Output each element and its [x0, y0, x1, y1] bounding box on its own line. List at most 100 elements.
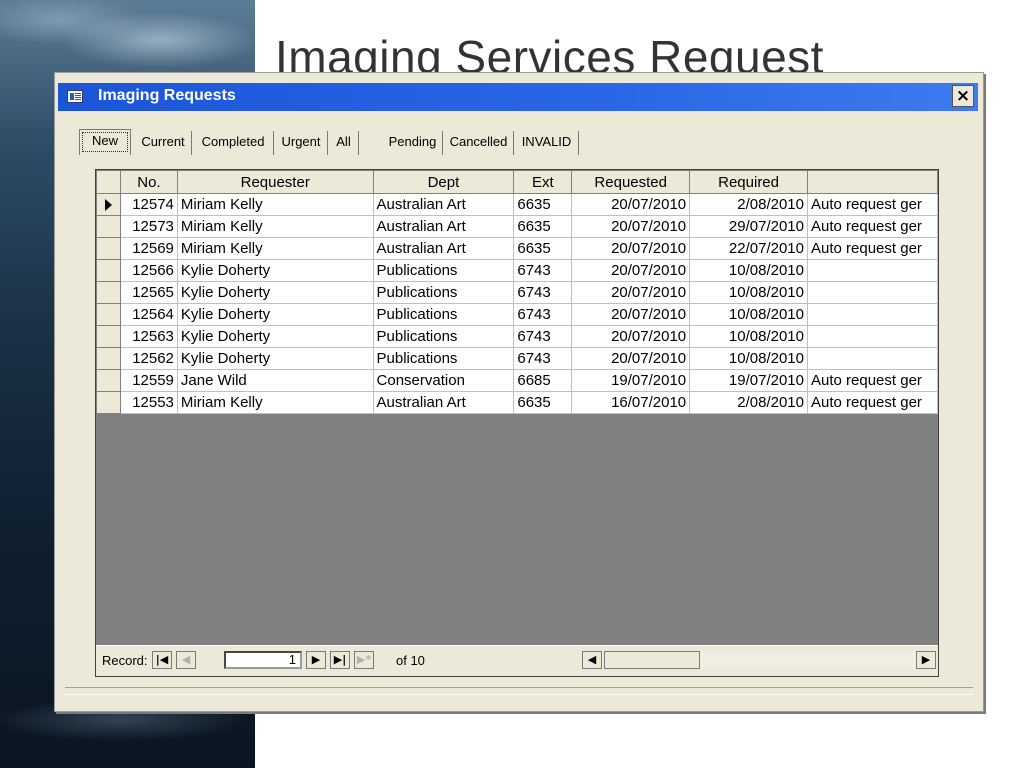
- cell-notes[interactable]: [807, 325, 938, 348]
- cell-required[interactable]: 19/07/2010: [689, 369, 808, 392]
- cell-notes[interactable]: [807, 347, 938, 370]
- cell-requester[interactable]: Miriam Kelly: [176, 237, 374, 260]
- row-selector-header[interactable]: [96, 170, 121, 194]
- cell-requester[interactable]: Kylie Doherty: [176, 281, 374, 304]
- cell-notes[interactable]: Auto request ger: [807, 369, 938, 392]
- table-row[interactable]: 12559 Jane Wild Conservation 6685 19/07/2010…: [96, 369, 938, 392]
- cell-notes[interactable]: Auto request ger: [807, 237, 938, 260]
- cell-requester[interactable]: Kylie Doherty: [176, 325, 374, 348]
- cell-required[interactable]: 10/08/2010: [689, 347, 808, 370]
- next-record-icon[interactable]: ▶: [306, 651, 326, 669]
- cell-no[interactable]: 12569: [119, 237, 178, 260]
- cell-ext[interactable]: 6635: [513, 193, 573, 216]
- cell-notes[interactable]: [807, 303, 938, 326]
- tab-completed[interactable]: Completed: [193, 131, 274, 155]
- cell-requester[interactable]: Miriam Kelly: [176, 391, 374, 414]
- column-header-notes[interactable]: [807, 170, 938, 194]
- cell-requested[interactable]: 20/07/2010: [571, 237, 691, 260]
- scroll-left-icon[interactable]: ◀: [582, 651, 602, 669]
- cell-requested[interactable]: 20/07/2010: [571, 303, 691, 326]
- cell-required[interactable]: 10/08/2010: [689, 281, 808, 304]
- scroll-thumb[interactable]: [604, 651, 700, 669]
- cell-required[interactable]: 10/08/2010: [689, 325, 808, 348]
- cell-required[interactable]: 2/08/2010: [689, 391, 808, 414]
- tab-all[interactable]: All: [329, 131, 359, 155]
- cell-requester[interactable]: Kylie Doherty: [176, 347, 374, 370]
- table-row[interactable]: 12564 Kylie Doherty Publications 6743 20/07/…: [96, 303, 938, 326]
- cell-no[interactable]: 12553: [119, 391, 178, 414]
- tab-cancelled[interactable]: Cancelled: [444, 131, 514, 155]
- cell-no[interactable]: 12564: [119, 303, 178, 326]
- cell-ext[interactable]: 6743: [513, 325, 573, 348]
- cell-ext[interactable]: 6743: [513, 303, 573, 326]
- cell-requester[interactable]: Kylie Doherty: [176, 259, 374, 282]
- cell-required[interactable]: 29/07/2010: [689, 215, 808, 238]
- row-selector[interactable]: [96, 347, 121, 370]
- current-record-input[interactable]: 1: [224, 651, 302, 669]
- cell-required[interactable]: 10/08/2010: [689, 303, 808, 326]
- column-header-requester[interactable]: Requester: [176, 170, 374, 194]
- column-header-no[interactable]: No.: [119, 170, 178, 194]
- cell-ext[interactable]: 6635: [513, 391, 573, 414]
- cell-dept[interactable]: Australian Art: [372, 391, 515, 414]
- row-selector[interactable]: [96, 325, 121, 348]
- table-row[interactable]: 12553 Miriam Kelly Australian Art 6635 16/07…: [96, 391, 938, 414]
- tab-current[interactable]: Current: [135, 131, 192, 155]
- table-row[interactable]: 12569 Miriam Kelly Australian Art 6635 20/07…: [96, 237, 938, 260]
- cell-requester[interactable]: Kylie Doherty: [176, 303, 374, 326]
- tab-new[interactable]: New: [79, 129, 131, 155]
- new-record-icon[interactable]: ▶*: [354, 651, 374, 669]
- cell-dept[interactable]: Conservation: [372, 369, 515, 392]
- cell-requested[interactable]: 20/07/2010: [571, 259, 691, 282]
- cell-required[interactable]: 22/07/2010: [689, 237, 808, 260]
- cell-no[interactable]: 12563: [119, 325, 178, 348]
- scroll-right-icon[interactable]: ▶: [916, 651, 936, 669]
- cell-requested[interactable]: 20/07/2010: [571, 281, 691, 304]
- cell-no[interactable]: 12574: [119, 193, 178, 216]
- cell-dept[interactable]: Australian Art: [372, 215, 515, 238]
- tab-pending[interactable]: Pending: [383, 131, 443, 155]
- last-record-icon[interactable]: ▶|: [330, 651, 350, 669]
- cell-dept[interactable]: Australian Art: [372, 237, 515, 260]
- cell-ext[interactable]: 6685: [513, 369, 573, 392]
- column-header-requested[interactable]: Requested: [571, 170, 691, 194]
- cell-requested[interactable]: 20/07/2010: [571, 325, 691, 348]
- cell-ext[interactable]: 6635: [513, 237, 573, 260]
- cell-notes[interactable]: Auto request ger: [807, 215, 938, 238]
- cell-requester[interactable]: Jane Wild: [176, 369, 374, 392]
- horizontal-scrollbar[interactable]: ◀ ▶: [582, 651, 936, 669]
- table-row[interactable]: 12573 Miriam Kelly Australian Art 6635 20/07…: [96, 215, 938, 238]
- row-selector[interactable]: [96, 259, 121, 282]
- table-row[interactable]: 12574 Miriam Kelly Australian Art 6635 20/07…: [96, 193, 938, 216]
- cell-notes[interactable]: Auto request ger: [807, 193, 938, 216]
- cell-notes[interactable]: [807, 281, 938, 304]
- row-selector[interactable]: [96, 193, 121, 216]
- cell-requested[interactable]: 20/07/2010: [571, 193, 691, 216]
- table-row[interactable]: 12563 Kylie Doherty Publications 6743 20/07/…: [96, 325, 938, 348]
- table-row[interactable]: 12565 Kylie Doherty Publications 6743 20/07/…: [96, 281, 938, 304]
- cell-no[interactable]: 12562: [119, 347, 178, 370]
- cell-ext[interactable]: 6743: [513, 281, 573, 304]
- column-header-required[interactable]: Required: [689, 170, 808, 194]
- table-row[interactable]: 12562 Kylie Doherty Publications 6743 20/07/…: [96, 347, 938, 370]
- cell-ext[interactable]: 6743: [513, 347, 573, 370]
- cell-no[interactable]: 12573: [119, 215, 178, 238]
- cell-notes[interactable]: Auto request ger: [807, 391, 938, 414]
- cell-no[interactable]: 12566: [119, 259, 178, 282]
- cell-dept[interactable]: Publications: [372, 347, 515, 370]
- row-selector[interactable]: [96, 215, 121, 238]
- cell-notes[interactable]: [807, 259, 938, 282]
- cell-required[interactable]: 10/08/2010: [689, 259, 808, 282]
- first-record-icon[interactable]: |◀: [152, 651, 172, 669]
- cell-ext[interactable]: 6635: [513, 215, 573, 238]
- close-button[interactable]: ×: [952, 85, 974, 107]
- cell-ext[interactable]: 6743: [513, 259, 573, 282]
- cell-dept[interactable]: Publications: [372, 325, 515, 348]
- column-header-dept[interactable]: Dept: [372, 170, 515, 194]
- cell-requested[interactable]: 20/07/2010: [571, 215, 691, 238]
- column-header-ext[interactable]: Ext: [513, 170, 573, 194]
- row-selector[interactable]: [96, 391, 121, 414]
- row-selector[interactable]: [96, 281, 121, 304]
- cell-dept[interactable]: Publications: [372, 303, 515, 326]
- cell-dept[interactable]: Australian Art: [372, 193, 515, 216]
